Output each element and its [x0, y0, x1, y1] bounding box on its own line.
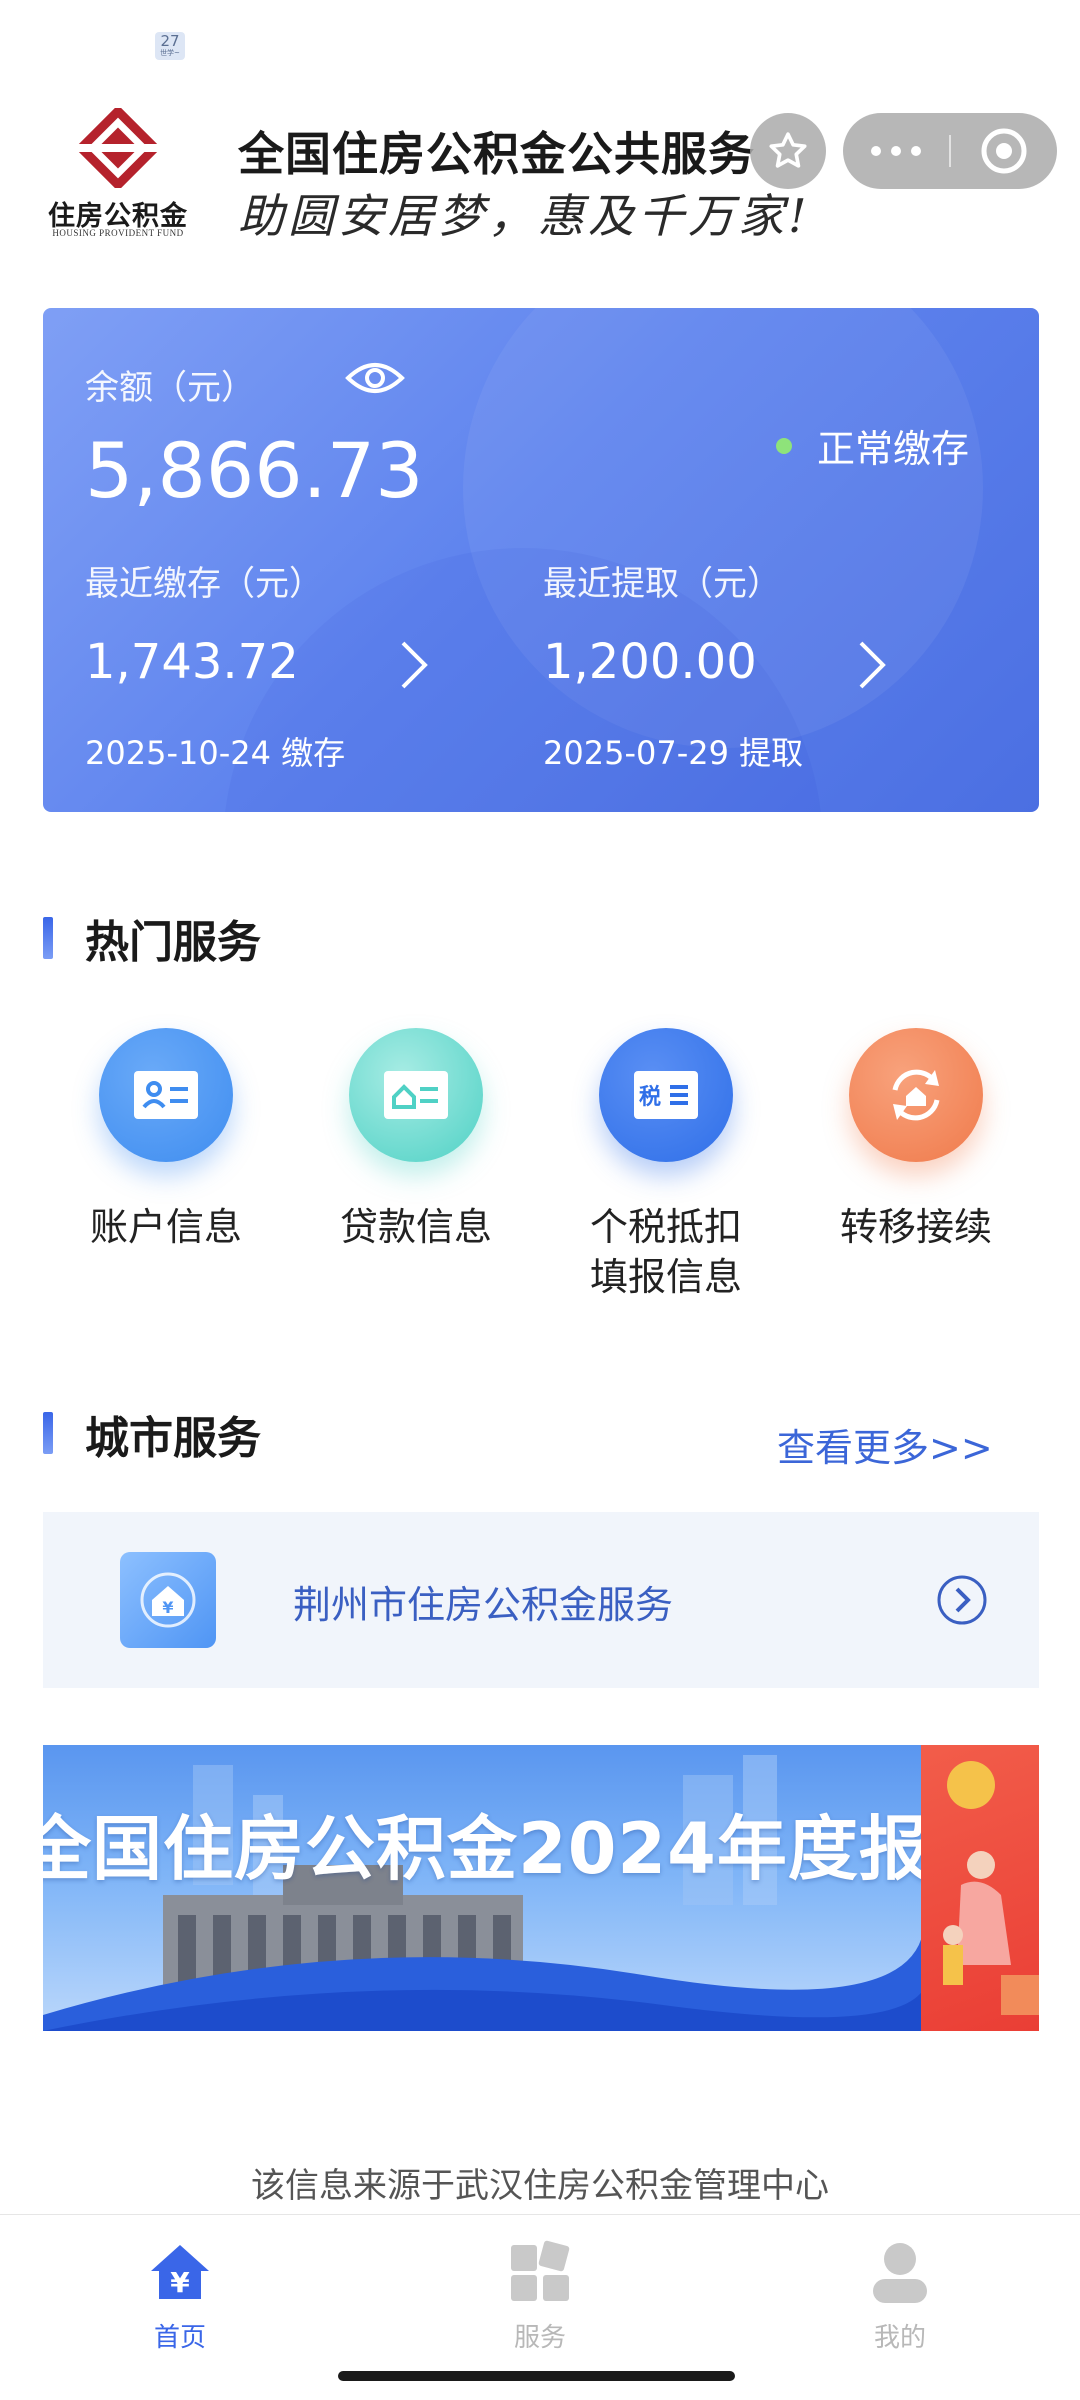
app-slogan: 助圆安居梦，惠及千万家!	[238, 189, 811, 243]
tab-home[interactable]: ¥ 首页	[80, 2237, 280, 2354]
mini-program-capsule	[843, 113, 1057, 189]
service-loan-info[interactable]: 贷款信息	[296, 1028, 536, 1252]
grid-services-icon	[511, 2240, 570, 2301]
banner-figure-illustration	[943, 1761, 1039, 2015]
user-profile-icon	[873, 2243, 927, 2303]
status-bar-badge: 27 世学~	[155, 32, 185, 60]
service-tax-deduction[interactable]: 税 个税抵扣 填报信息	[546, 1028, 786, 1302]
service-label: 账户信息	[89, 1205, 242, 1249]
city-house-icon: ¥	[120, 1552, 216, 1648]
loan-card-icon	[349, 1028, 483, 1162]
status-dot	[776, 437, 792, 454]
svg-text:¥: ¥	[170, 2266, 190, 2299]
status-badge-number: 27	[160, 32, 180, 50]
tax-card-icon: 税	[599, 1028, 733, 1162]
chevron-right-icon[interactable]	[393, 637, 433, 693]
service-label-line2: 填报信息	[589, 1255, 742, 1299]
recent-deposit-date: 2025-10-24 缴存	[85, 734, 346, 772]
recent-withdraw-date: 2025-07-29 提取	[543, 734, 804, 772]
eye-toggle-icon[interactable]	[345, 358, 405, 398]
tab-services[interactable]: 服务	[440, 2237, 640, 2354]
status-text: 正常缴存	[817, 427, 970, 471]
favorite-button[interactable]	[750, 113, 826, 189]
city-service-label: 荆州市住房公积金服务	[293, 1583, 674, 1627]
recent-deposit-value[interactable]: 1,743.72	[85, 634, 299, 690]
source-note: 该信息来源于武汉住房公积金管理中心	[251, 2166, 829, 2206]
service-transfer[interactable]: 转移接续	[796, 1028, 1036, 1252]
service-label: 转移接续	[839, 1205, 992, 1249]
service-label: 个税抵扣 填报信息	[546, 1202, 786, 1302]
balance-label: 余额（元）	[85, 368, 255, 408]
transfer-house-icon	[849, 1028, 983, 1162]
annual-report-banner[interactable]: 全国住房公积金2024年度报告	[43, 1745, 1039, 2031]
tab-mine[interactable]: 我的	[800, 2237, 1000, 2354]
service-account-info[interactable]: 账户信息	[46, 1028, 286, 1252]
svg-text:¥: ¥	[162, 1598, 173, 1617]
section-accent-bar	[43, 1412, 53, 1454]
target-close-icon	[981, 128, 1027, 174]
more-dots-icon	[871, 146, 921, 156]
section-accent-bar	[43, 917, 53, 959]
logo-en-text: HOUSING PROVIDENT FUND	[52, 228, 184, 238]
circle-chevron-right-icon	[937, 1575, 987, 1625]
service-label: 贷款信息	[339, 1205, 492, 1249]
close-mini-program-button[interactable]	[951, 113, 1057, 189]
hot-services-title: 热门服务	[85, 917, 261, 968]
svg-text:税: 税	[639, 1084, 661, 1110]
logo-mark-icon	[78, 108, 158, 188]
recent-withdraw-label: 最近提取（元）	[543, 564, 781, 604]
chevron-right-icon[interactable]	[851, 637, 891, 693]
deposit-status: 正常缴存	[776, 418, 969, 473]
tab-label: 服务	[513, 2323, 566, 2353]
home-indicator[interactable]	[338, 2371, 735, 2381]
recent-withdraw-value[interactable]: 1,200.00	[543, 634, 757, 690]
home-yuan-icon: ¥	[151, 2245, 209, 2299]
service-label-line1: 个税抵扣	[589, 1205, 742, 1249]
star-outline-icon	[769, 132, 807, 168]
balance-value: 5,866.73	[85, 426, 424, 515]
account-card-icon	[99, 1028, 233, 1162]
recent-deposit-label: 最近缴存（元）	[85, 564, 323, 604]
view-more-link[interactable]: 查看更多>>	[777, 1417, 993, 1472]
city-services-title: 城市服务	[85, 1413, 261, 1464]
balance-card: 余额（元） 5,866.73 正常缴存 最近缴存（元） 1,743.72 202…	[43, 308, 1039, 812]
city-service-item[interactable]: ¥ 荆州市住房公积金服务	[43, 1512, 1039, 1688]
banner-text: 全国住房公积金2024年度报告	[43, 1808, 1001, 1890]
more-button[interactable]	[843, 113, 949, 189]
provident-fund-logo: 住房公积金 HOUSING PROVIDENT FUND	[38, 108, 198, 238]
banner-next-slide	[921, 1745, 1039, 2031]
tab-label: 首页	[153, 2323, 206, 2353]
app-title: 全国住房公积金公共服务	[238, 127, 755, 181]
status-badge-sub: 世学~	[160, 49, 180, 57]
tab-label: 我的	[873, 2323, 926, 2353]
